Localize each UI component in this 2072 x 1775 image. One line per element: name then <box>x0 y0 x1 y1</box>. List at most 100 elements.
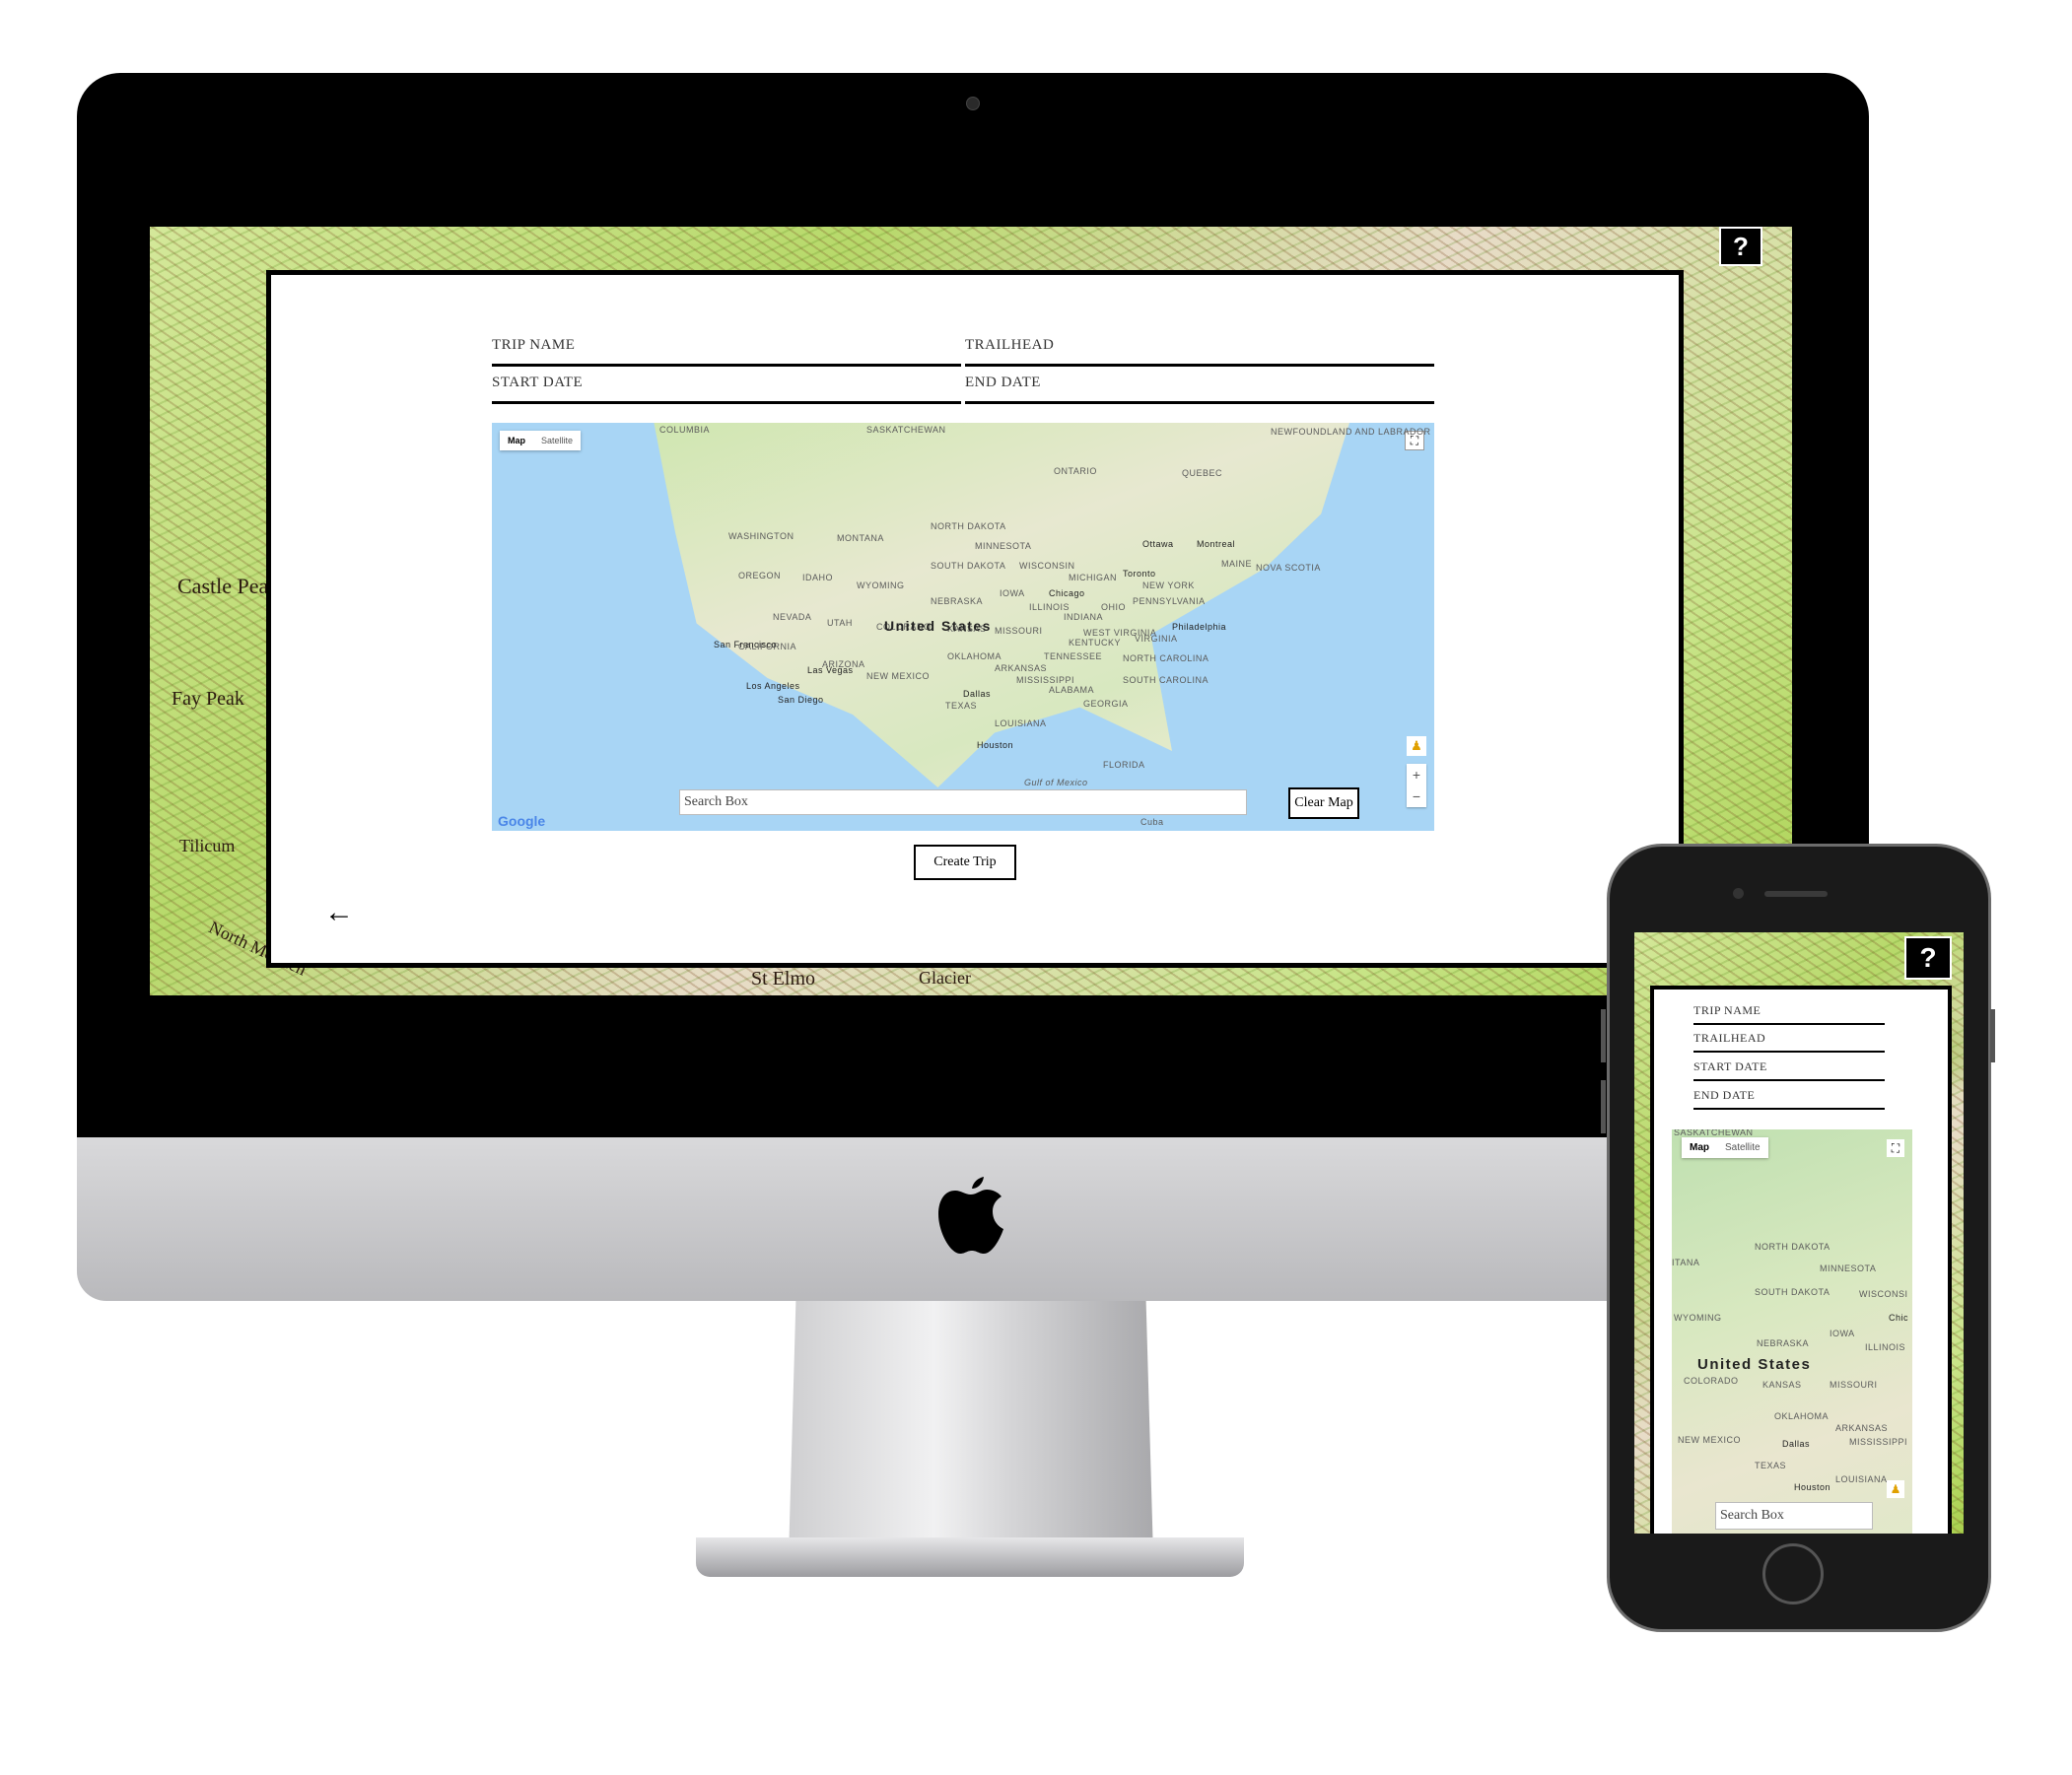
map-label: TEXAS <box>1755 1461 1787 1470</box>
map-label: NEVADA <box>773 612 812 622</box>
map-label: ITANA <box>1672 1258 1700 1267</box>
map-label: NEBRASKA <box>931 596 984 606</box>
trip-map[interactable]: Map Satellite ⛶ SASKATCHEWAN NORTH DAKOT… <box>1672 1129 1912 1534</box>
trip-name-label: Trip Name <box>1693 1003 1761 1017</box>
map-city: Dallas <box>963 689 992 699</box>
pegman-icon[interactable]: ♟ <box>1887 1480 1904 1498</box>
map-label: MINNESOTA <box>975 541 1032 551</box>
map-city: Los Angeles <box>746 681 800 691</box>
trailhead-field[interactable]: Trailhead <box>965 336 1434 367</box>
map-label: MISSOURI <box>995 626 1043 636</box>
map-label: NEW MEXICO <box>866 671 931 681</box>
map-label: WYOMING <box>857 580 905 590</box>
start-date-field[interactable]: Start Date <box>1693 1058 1885 1081</box>
map-label: Gulf of Mexico <box>1024 778 1088 787</box>
map-label: OREGON <box>738 571 782 580</box>
trip-map[interactable]: Map Satellite ⛶ COLUMBIA SASKATCHEWAN NE… <box>492 423 1434 831</box>
map-city: Ottawa <box>1142 539 1174 549</box>
map-label: LOUISIANA <box>995 718 1047 728</box>
map-label: PENNSYLVANIA <box>1133 596 1206 606</box>
end-date-label: End Date <box>1693 1088 1756 1102</box>
map-country-label: United States <box>1697 1356 1812 1373</box>
map-label: OKLAHOMA <box>1774 1411 1830 1421</box>
satellite-tab[interactable]: Satellite <box>1717 1137 1768 1158</box>
create-trip-card: Trip Name Trailhead Start Date End Date … <box>266 270 1684 968</box>
iphone-power-button <box>1990 1009 1995 1062</box>
map-city: Chicago <box>1049 588 1085 598</box>
map-label: ALABAMA <box>1049 685 1095 695</box>
map-label: ARKANSAS <box>1835 1423 1889 1433</box>
zoom-in-button[interactable]: + <box>1407 764 1426 785</box>
apple-logo-icon <box>938 1177 1003 1254</box>
map-city: San Francisco <box>714 640 778 649</box>
map-label: INDIANA <box>1064 612 1104 622</box>
start-date-label: Start Date <box>492 375 584 390</box>
trip-name-field[interactable]: Trip Name <box>1693 1001 1885 1025</box>
map-city: Dallas <box>1782 1439 1811 1449</box>
map-label: KENTUCKY <box>1069 638 1122 648</box>
map-label: NEWFOUNDLAND AND LABRADOR <box>1271 427 1431 437</box>
map-label: TEXAS <box>945 701 978 711</box>
iphone-home-button <box>1762 1543 1824 1604</box>
iphone-speaker <box>1764 891 1828 897</box>
map-label: MICHIGAN <box>1069 573 1117 582</box>
map-label: FLORIDA <box>1103 760 1145 770</box>
map-city: Toronto <box>1123 569 1156 579</box>
map-city: Houston <box>977 740 1014 750</box>
zoom-out-button[interactable]: − <box>1407 785 1426 807</box>
end-date-label: End Date <box>965 375 1041 390</box>
map-country-label: United States <box>884 618 992 634</box>
create-trip-card: Trip Name Trailhead Start Date End Date … <box>1650 986 1952 1534</box>
map-label: MAINE <box>1221 559 1253 569</box>
map-city: Philadelphia <box>1172 622 1227 632</box>
create-trip-button[interactable]: Create Trip <box>914 845 1016 880</box>
clear-map-button[interactable]: Clear Map <box>1288 787 1359 819</box>
search-input[interactable]: Search Box <box>1715 1502 1873 1530</box>
trip-name-field[interactable]: Trip Name <box>492 336 961 367</box>
start-date-field[interactable]: Start Date <box>492 374 961 404</box>
map-label: NORTH DAKOTA <box>1755 1242 1830 1252</box>
iphone-camera <box>1733 888 1744 899</box>
map-label: QUEBEC <box>1182 468 1223 478</box>
map-label: MINNESOTA <box>1820 1263 1877 1273</box>
imac-stand <box>789 1301 1153 1557</box>
topo-label: St Elmo <box>751 968 816 990</box>
map-label: COLUMBIA <box>659 425 711 435</box>
map-label: COLORADO <box>1684 1376 1739 1386</box>
map-label: TENNESSEE <box>1044 651 1103 661</box>
map-label: OKLAHOMA <box>947 651 1002 661</box>
pegman-icon[interactable]: ♟ <box>1407 736 1426 756</box>
map-label: WISCONSI <box>1859 1289 1908 1299</box>
map-tab[interactable]: Map <box>1682 1137 1717 1158</box>
map-label: IDAHO <box>802 573 834 582</box>
map-city: Chic <box>1889 1313 1909 1323</box>
map-label: UTAH <box>827 618 853 628</box>
map-label: WYOMING <box>1674 1313 1722 1323</box>
map-city: San Diego <box>778 695 824 705</box>
map-label: IOWA <box>1830 1329 1855 1338</box>
trailhead-field[interactable]: Trailhead <box>1693 1029 1885 1053</box>
help-button[interactable]: ? <box>1904 936 1952 980</box>
map-label: ONTARIO <box>1054 466 1097 476</box>
topo-label: Glacier <box>919 968 971 988</box>
map-label: MISSISSIPPI <box>1849 1437 1908 1447</box>
map-label: MISSOURI <box>1830 1380 1878 1390</box>
imac-screen: Castle Peak Fay Peak Tilicum St Elmo Gla… <box>150 227 1792 995</box>
search-input[interactable]: Search Box <box>679 789 1247 815</box>
map-label: GEORGIA <box>1083 699 1129 709</box>
back-arrow-icon[interactable]: ← <box>324 896 354 929</box>
end-date-field[interactable]: End Date <box>1693 1086 1885 1110</box>
map-label: Cuba <box>1140 817 1164 827</box>
trailhead-label: Trailhead <box>965 337 1055 353</box>
map-type-tabs: Map Satellite <box>1682 1137 1768 1158</box>
fullscreen-icon[interactable]: ⛶ <box>1887 1139 1904 1157</box>
topo-label: Fay Peak <box>172 688 244 710</box>
map-label: SASKATCHEWAN <box>866 425 946 435</box>
help-button[interactable]: ? <box>1719 227 1762 266</box>
map-label: NEBRASKA <box>1757 1338 1810 1348</box>
map-tab[interactable]: Map <box>500 431 533 450</box>
satellite-tab[interactable]: Satellite <box>533 431 581 450</box>
topo-label: Castle Peak <box>177 574 280 598</box>
end-date-field[interactable]: End Date <box>965 374 1434 404</box>
trip-name-label: Trip Name <box>492 337 576 353</box>
